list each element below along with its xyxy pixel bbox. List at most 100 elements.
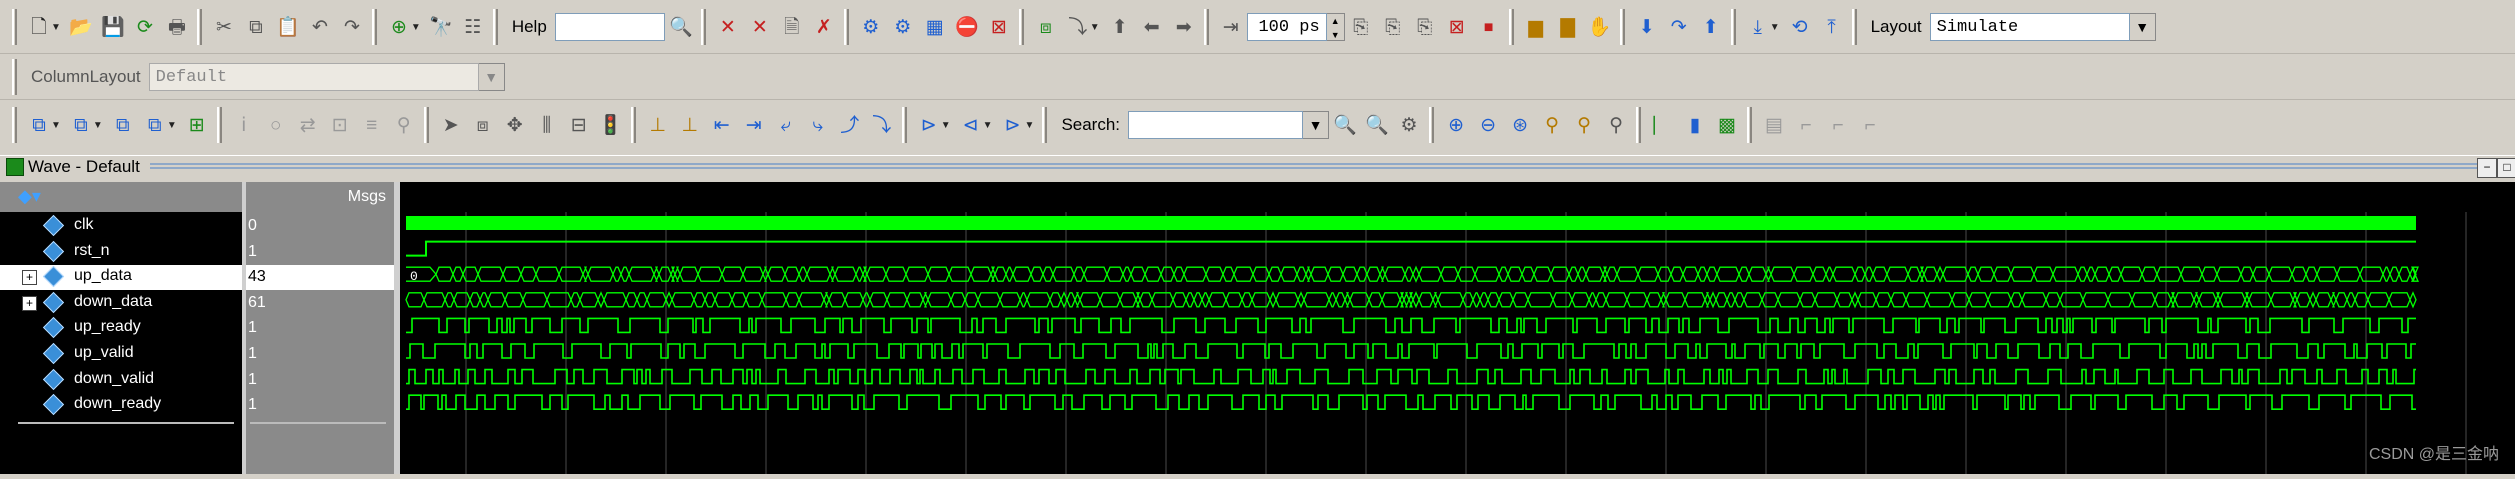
toolbar-grip[interactable]: [1636, 107, 1642, 143]
chevron-down-icon[interactable]: ▼: [1303, 111, 1330, 139]
back-arrow-icon[interactable]: ⬅: [1137, 10, 1167, 44]
search-find-icon[interactable]: 🔍: [1330, 108, 1360, 142]
prev-transition-icon[interactable]: ⇤: [707, 108, 737, 142]
zoom-box-icon[interactable]: ⧈: [468, 108, 498, 142]
stop-run-icon[interactable]: ⏹: [1474, 10, 1504, 44]
chevron-down-icon[interactable]: ▼: [1090, 22, 1100, 33]
up-arrow-icon[interactable]: ⬆: [1105, 10, 1135, 44]
toolbar-grip[interactable]: [1851, 9, 1857, 45]
help-input[interactable]: [554, 13, 665, 41]
signal-row[interactable]: + down_data: [0, 291, 242, 316]
document-icon[interactable]: 🗎: [777, 10, 807, 44]
wave-format-icon[interactable]: ▮: [1680, 108, 1710, 142]
waveform-canvas[interactable]: 0: [400, 182, 2515, 474]
next-falling-icon[interactable]: ⤷: [803, 108, 833, 142]
next-transition-icon[interactable]: ⇥: [739, 108, 769, 142]
cut-icon[interactable]: ✂: [209, 10, 239, 44]
internal-filter-icon[interactable]: ⊡: [325, 108, 355, 142]
break-all-icon[interactable]: ✕: [745, 10, 775, 44]
search-input[interactable]: [1128, 111, 1304, 139]
expand-icon[interactable]: +: [22, 270, 37, 286]
pan-icon[interactable]: ✥: [500, 108, 530, 142]
next-rising-icon[interactable]: ⤵: [867, 108, 897, 142]
wave-fall-icon[interactable]: ⌐: [1855, 108, 1885, 142]
clear-icon[interactable]: ✗: [809, 10, 839, 44]
print-icon[interactable]: 🖶: [162, 10, 192, 44]
wave-icon[interactable]: ⧈: [1031, 10, 1061, 44]
search-select[interactable]: ▼: [1128, 111, 1330, 139]
run-all-icon[interactable]: ⎘: [1410, 10, 1440, 44]
refresh-icon[interactable]: ⟳: [130, 10, 160, 44]
collapse-time-icon[interactable]: ⊲: [956, 108, 986, 142]
chevron-down-icon[interactable]: ▼: [1770, 22, 1780, 33]
add-dataflow-icon[interactable]: ⧉: [140, 108, 170, 142]
run-icon[interactable]: ⎘: [1346, 10, 1376, 44]
break-run-icon[interactable]: ⊠: [1442, 10, 1472, 44]
performance-icon[interactable]: ▆: [1521, 10, 1551, 44]
copy-icon[interactable]: ⧉: [241, 10, 271, 44]
memory-icon[interactable]: ▇: [1553, 10, 1583, 44]
undo-icon[interactable]: ↶: [305, 10, 335, 44]
expand-icon[interactable]: +: [22, 295, 37, 311]
signal-row[interactable]: down_valid: [0, 368, 242, 393]
column-layout-select[interactable]: Default ▼: [148, 63, 505, 91]
zoom-last-icon[interactable]: ⚲: [1601, 108, 1631, 142]
open-folder-icon[interactable]: 📂: [66, 10, 96, 44]
run-length-input[interactable]: 100 ps: [1246, 13, 1327, 41]
toolbar-grip[interactable]: [12, 107, 17, 143]
signal-row[interactable]: up_valid: [0, 342, 242, 367]
add-icon[interactable]: ⊕: [384, 10, 414, 44]
wave-event-icon[interactable]: ⌐: [1791, 108, 1821, 142]
search-options-icon[interactable]: ⚙: [1394, 108, 1424, 142]
compile-icon[interactable]: ⚙: [856, 10, 886, 44]
filter-icon[interactable]: ⚲: [389, 108, 419, 142]
expand-time-icon[interactable]: ⊳: [914, 108, 944, 142]
insert-cursor-icon[interactable]: ⊥: [643, 108, 673, 142]
toolbar-grip[interactable]: [1203, 9, 1209, 45]
toolbar-grip[interactable]: [1429, 107, 1435, 143]
break-icon[interactable]: ✕: [713, 10, 743, 44]
compile-all-icon[interactable]: ⚙: [888, 10, 918, 44]
step-down-icon[interactable]: ⤓: [1743, 10, 1773, 44]
signal-row[interactable]: clk: [0, 214, 242, 239]
zoom-in-icon[interactable]: ⊕: [1441, 108, 1471, 142]
signal-list-icon[interactable]: ◆▾: [18, 186, 41, 207]
measure-icon[interactable]: ⊟: [564, 108, 594, 142]
zoom-full-icon[interactable]: ⊛: [1505, 108, 1535, 142]
find-icon[interactable]: 🔭: [426, 10, 456, 44]
chevron-down-icon[interactable]: ▼: [941, 120, 951, 131]
insert-divider-icon[interactable]: ⊞: [182, 108, 212, 142]
toolbar-grip[interactable]: [12, 9, 17, 45]
chevron-down-icon[interactable]: ▼: [411, 22, 421, 33]
wave-rise-icon[interactable]: ⌐: [1823, 108, 1853, 142]
search-next-icon[interactable]: 🔍: [1362, 108, 1392, 142]
toolbar-grip[interactable]: [12, 59, 17, 95]
chevron-down-icon[interactable]: ▼: [93, 120, 103, 131]
run-length-spinner[interactable]: ▲ ▼: [1326, 13, 1345, 41]
toolbar-grip[interactable]: [216, 107, 222, 143]
all-filter-icon[interactable]: ≡: [357, 108, 387, 142]
wave-literal-icon[interactable]: ▤: [1759, 108, 1789, 142]
simulate-icon[interactable]: ▦: [920, 10, 950, 44]
redo-icon[interactable]: ↷: [337, 10, 367, 44]
signal-row[interactable]: up_ready: [0, 316, 242, 341]
prev-falling-icon[interactable]: ⤶: [771, 108, 801, 142]
save-icon[interactable]: 💾: [98, 10, 128, 44]
step-icon[interactable]: ⤵: [1063, 10, 1093, 44]
signal-row[interactable]: down_ready: [0, 393, 242, 418]
cursor-edge-icon[interactable]: ⫼: [532, 108, 562, 142]
toolbar-grip[interactable]: [1730, 9, 1736, 45]
signal-row[interactable]: rst_n: [0, 240, 242, 265]
toolbar-grip[interactable]: [1619, 9, 1625, 45]
toolbar-grip[interactable]: [1042, 107, 1048, 143]
select-cursor-icon[interactable]: ➤: [436, 108, 466, 142]
output-filter-icon[interactable]: ○: [261, 108, 291, 142]
zoom-range-icon[interactable]: ⚲: [1569, 108, 1599, 142]
chevron-down-icon[interactable]: ▼: [1025, 120, 1035, 131]
run-length-combo[interactable]: 100 ps ▲ ▼: [1246, 13, 1345, 41]
prev-rising-icon[interactable]: ⤴: [835, 108, 865, 142]
toolbar-grip[interactable]: [492, 9, 498, 45]
zoom-cursor-icon[interactable]: ⚲: [1537, 108, 1567, 142]
step-out-icon[interactable]: ⬆: [1696, 10, 1726, 44]
restart-icon[interactable]: ⟲: [1785, 10, 1815, 44]
